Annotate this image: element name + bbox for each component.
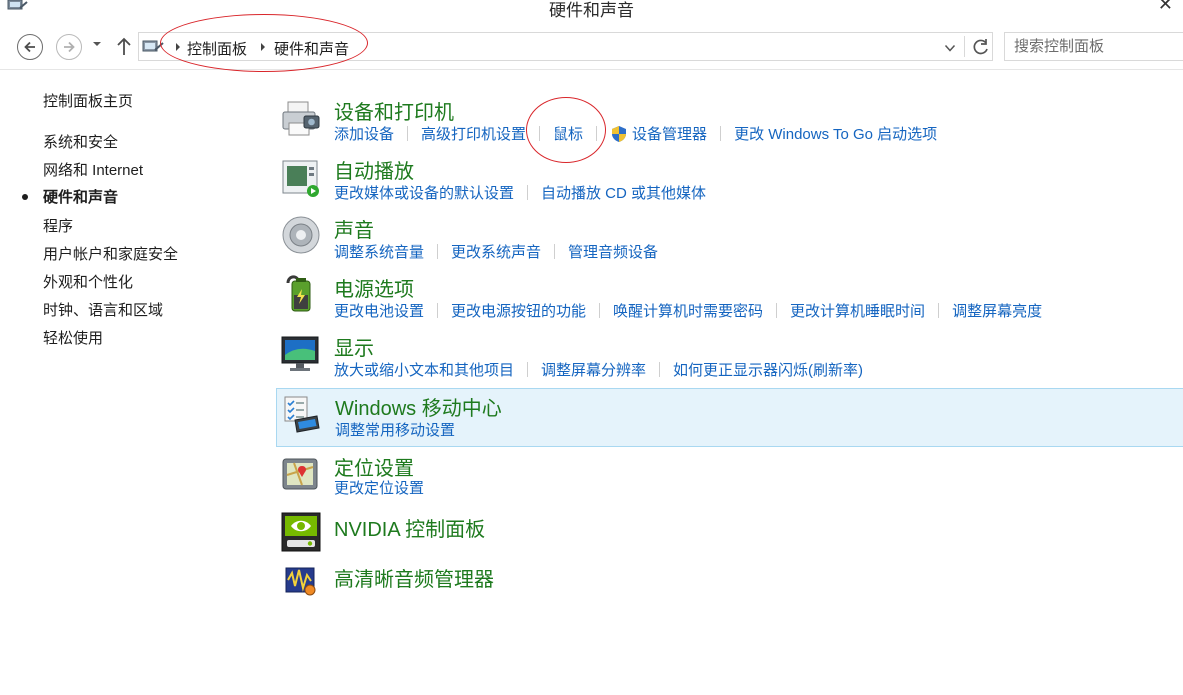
title-bar: 硬件和声音 ✕ — [0, 0, 1183, 26]
mouse-link[interactable]: 鼠标 — [553, 123, 583, 144]
category-mobility-center[interactable]: Windows 移动中心 调整常用移动设置 — [276, 388, 1183, 447]
speaker-icon[interactable] — [280, 214, 322, 256]
divider — [407, 126, 409, 141]
divider — [596, 126, 598, 141]
category-autoplay: 自动播放 更改媒体或设备的默认设置 自动播放 CD 或其他媒体 — [276, 151, 1183, 205]
window-title: 硬件和声音 — [549, 1, 634, 20]
arrow-right-icon — [64, 41, 75, 53]
change-sleep-time-link[interactable]: 更改计算机睡眠时间 — [790, 300, 925, 321]
divider — [599, 303, 601, 318]
search-box[interactable] — [1004, 32, 1183, 61]
change-power-buttons-link[interactable]: 更改电源按钮的功能 — [451, 300, 586, 321]
category-power-options: 电源选项 更改电池设置 更改电源按钮的功能 唤醒计算机时需要密码 更改计算机睡眠… — [276, 269, 1183, 323]
category-links: 更改定位设置 — [334, 477, 424, 498]
divider — [554, 244, 556, 259]
left-nav-item-ease-of-access[interactable]: 轻松使用 — [43, 327, 103, 348]
breadcrumb-hardware-and-sound[interactable]: 硬件和声音 — [274, 38, 349, 59]
adjust-screen-resolution-link[interactable]: 调整屏幕分辨率 — [541, 359, 646, 380]
location-icon[interactable] — [280, 453, 322, 495]
category-links: 调整常用移动设置 — [335, 419, 455, 440]
fix-monitor-flicker-link[interactable]: 如何更正显示器闪烁(刷新率) — [673, 359, 863, 380]
require-password-on-wake-link[interactable]: 唤醒计算机时需要密码 — [613, 300, 763, 321]
category-hd-audio-manager: 高清晰音频管理器 — [276, 558, 1183, 604]
category-location-settings: 定位设置 更改定位设置 — [276, 448, 1183, 502]
divider — [437, 303, 439, 318]
breadcrumb-control-panel[interactable]: 控制面板 — [187, 38, 247, 59]
category-title[interactable]: 电源选项 — [334, 273, 414, 302]
category-title[interactable]: 显示 — [334, 332, 374, 361]
left-nav-home-link[interactable]: 控制面板主页 — [43, 90, 133, 111]
adjust-screen-brightness-link[interactable]: 调整屏幕亮度 — [952, 300, 1042, 321]
category-links: 添加设备 高级打印机设置 鼠标 设备管理器 更改 Windows To Go 启… — [334, 123, 937, 144]
category-links: 调整系统音量 更改系统声音 管理音频设备 — [334, 241, 658, 262]
divider — [776, 303, 778, 318]
divider — [527, 362, 529, 377]
category-title[interactable]: 声音 — [334, 214, 374, 243]
search-input[interactable] — [1005, 33, 1175, 60]
category-links: 放大或缩小文本和其他项目 调整屏幕分辨率 如何更正显示器闪烁(刷新率) — [334, 359, 863, 380]
adjust-system-volume-link[interactable]: 调整系统音量 — [334, 241, 424, 262]
divider — [964, 36, 965, 57]
left-nav: 控制面板主页 系统和安全 网络和 Internet 硬件和声音 程序 用户帐户和… — [0, 70, 270, 695]
divider — [527, 185, 529, 200]
up-arrow-icon[interactable] — [114, 35, 134, 57]
control-panel-icon — [142, 40, 164, 52]
divider — [437, 244, 439, 259]
category-devices-printers: 设备和打印机 添加设备 高级打印机设置 鼠标 设备管理器 更改 Windows … — [276, 92, 1183, 146]
autoplay-icon[interactable] — [280, 157, 322, 199]
make-text-larger-smaller-link[interactable]: 放大或缩小文本和其他项目 — [334, 359, 514, 380]
back-button[interactable] — [17, 34, 43, 60]
manage-audio-devices-link[interactable]: 管理音频设备 — [568, 241, 658, 262]
change-location-settings-link[interactable]: 更改定位设置 — [334, 477, 424, 498]
windows-to-go-startup-link[interactable]: 更改 Windows To Go 启动选项 — [734, 123, 937, 144]
refresh-icon[interactable] — [971, 37, 991, 57]
change-default-media-settings-link[interactable]: 更改媒体或设备的默认设置 — [334, 182, 514, 203]
category-sound: 声音 调整系统音量 更改系统声音 管理音频设备 — [276, 210, 1183, 264]
change-system-sounds-link[interactable]: 更改系统声音 — [451, 241, 541, 262]
category-title[interactable]: 设备和打印机 — [334, 96, 454, 125]
category-title[interactable]: NVIDIA 控制面板 — [334, 513, 485, 542]
category-title[interactable]: 高清晰音频管理器 — [334, 563, 494, 592]
divider — [659, 362, 661, 377]
navigation-bar: 控制面板 硬件和声音 — [0, 26, 1183, 70]
breadcrumb-chevron-icon[interactable] — [259, 42, 267, 52]
left-nav-item-appearance[interactable]: 外观和个性化 — [43, 271, 133, 292]
category-nvidia-control-panel: NVIDIA 控制面板 — [276, 508, 1183, 554]
left-nav-item-network-internet[interactable]: 网络和 Internet — [43, 159, 143, 180]
arrow-left-icon — [24, 41, 35, 53]
audio-manager-icon[interactable] — [280, 560, 322, 602]
category-title[interactable]: Windows 移动中心 — [335, 392, 502, 421]
category-links: 更改电池设置 更改电源按钮的功能 唤醒计算机时需要密码 更改计算机睡眠时间 调整… — [334, 300, 1042, 321]
nvidia-icon[interactable] — [280, 511, 322, 553]
recent-locations-dropdown-icon[interactable] — [91, 38, 103, 50]
category-links: 更改媒体或设备的默认设置 自动播放 CD 或其他媒体 — [334, 182, 706, 203]
printer-icon[interactable] — [280, 98, 322, 140]
left-nav-item-user-accounts[interactable]: 用户帐户和家庭安全 — [43, 243, 178, 264]
left-nav-item-clock-region[interactable]: 时钟、语言和区域 — [43, 299, 163, 320]
battery-icon[interactable] — [280, 273, 322, 315]
advanced-printer-setup-link[interactable]: 高级打印机设置 — [421, 123, 526, 144]
autoplay-cd-link[interactable]: 自动播放 CD 或其他媒体 — [541, 182, 706, 203]
close-icon[interactable]: ✕ — [1158, 0, 1173, 15]
change-battery-settings-link[interactable]: 更改电池设置 — [334, 300, 424, 321]
category-title[interactable]: 自动播放 — [334, 155, 414, 184]
monitor-icon[interactable] — [280, 333, 322, 375]
chevron-down-icon[interactable] — [944, 42, 956, 54]
add-device-link[interactable]: 添加设备 — [334, 123, 394, 144]
breadcrumb-chevron-icon[interactable] — [174, 42, 182, 52]
mobility-center-icon[interactable] — [281, 394, 323, 436]
left-nav-item-system-security[interactable]: 系统和安全 — [43, 131, 118, 152]
adjust-common-mobility-settings-link[interactable]: 调整常用移动设置 — [335, 419, 455, 440]
divider — [938, 303, 940, 318]
divider — [539, 126, 541, 141]
current-item-bullet — [22, 194, 28, 200]
left-nav-item-hardware-sound[interactable]: 硬件和声音 — [43, 186, 118, 207]
category-display: 显示 放大或缩小文本和其他项目 调整屏幕分辨率 如何更正显示器闪烁(刷新率) — [276, 328, 1183, 382]
forward-button[interactable] — [56, 34, 82, 60]
device-manager-link[interactable]: 设备管理器 — [632, 123, 707, 144]
left-nav-item-programs[interactable]: 程序 — [43, 215, 73, 236]
divider — [720, 126, 722, 141]
uac-shield-icon — [612, 125, 627, 142]
address-bar[interactable]: 控制面板 硬件和声音 — [138, 32, 993, 61]
